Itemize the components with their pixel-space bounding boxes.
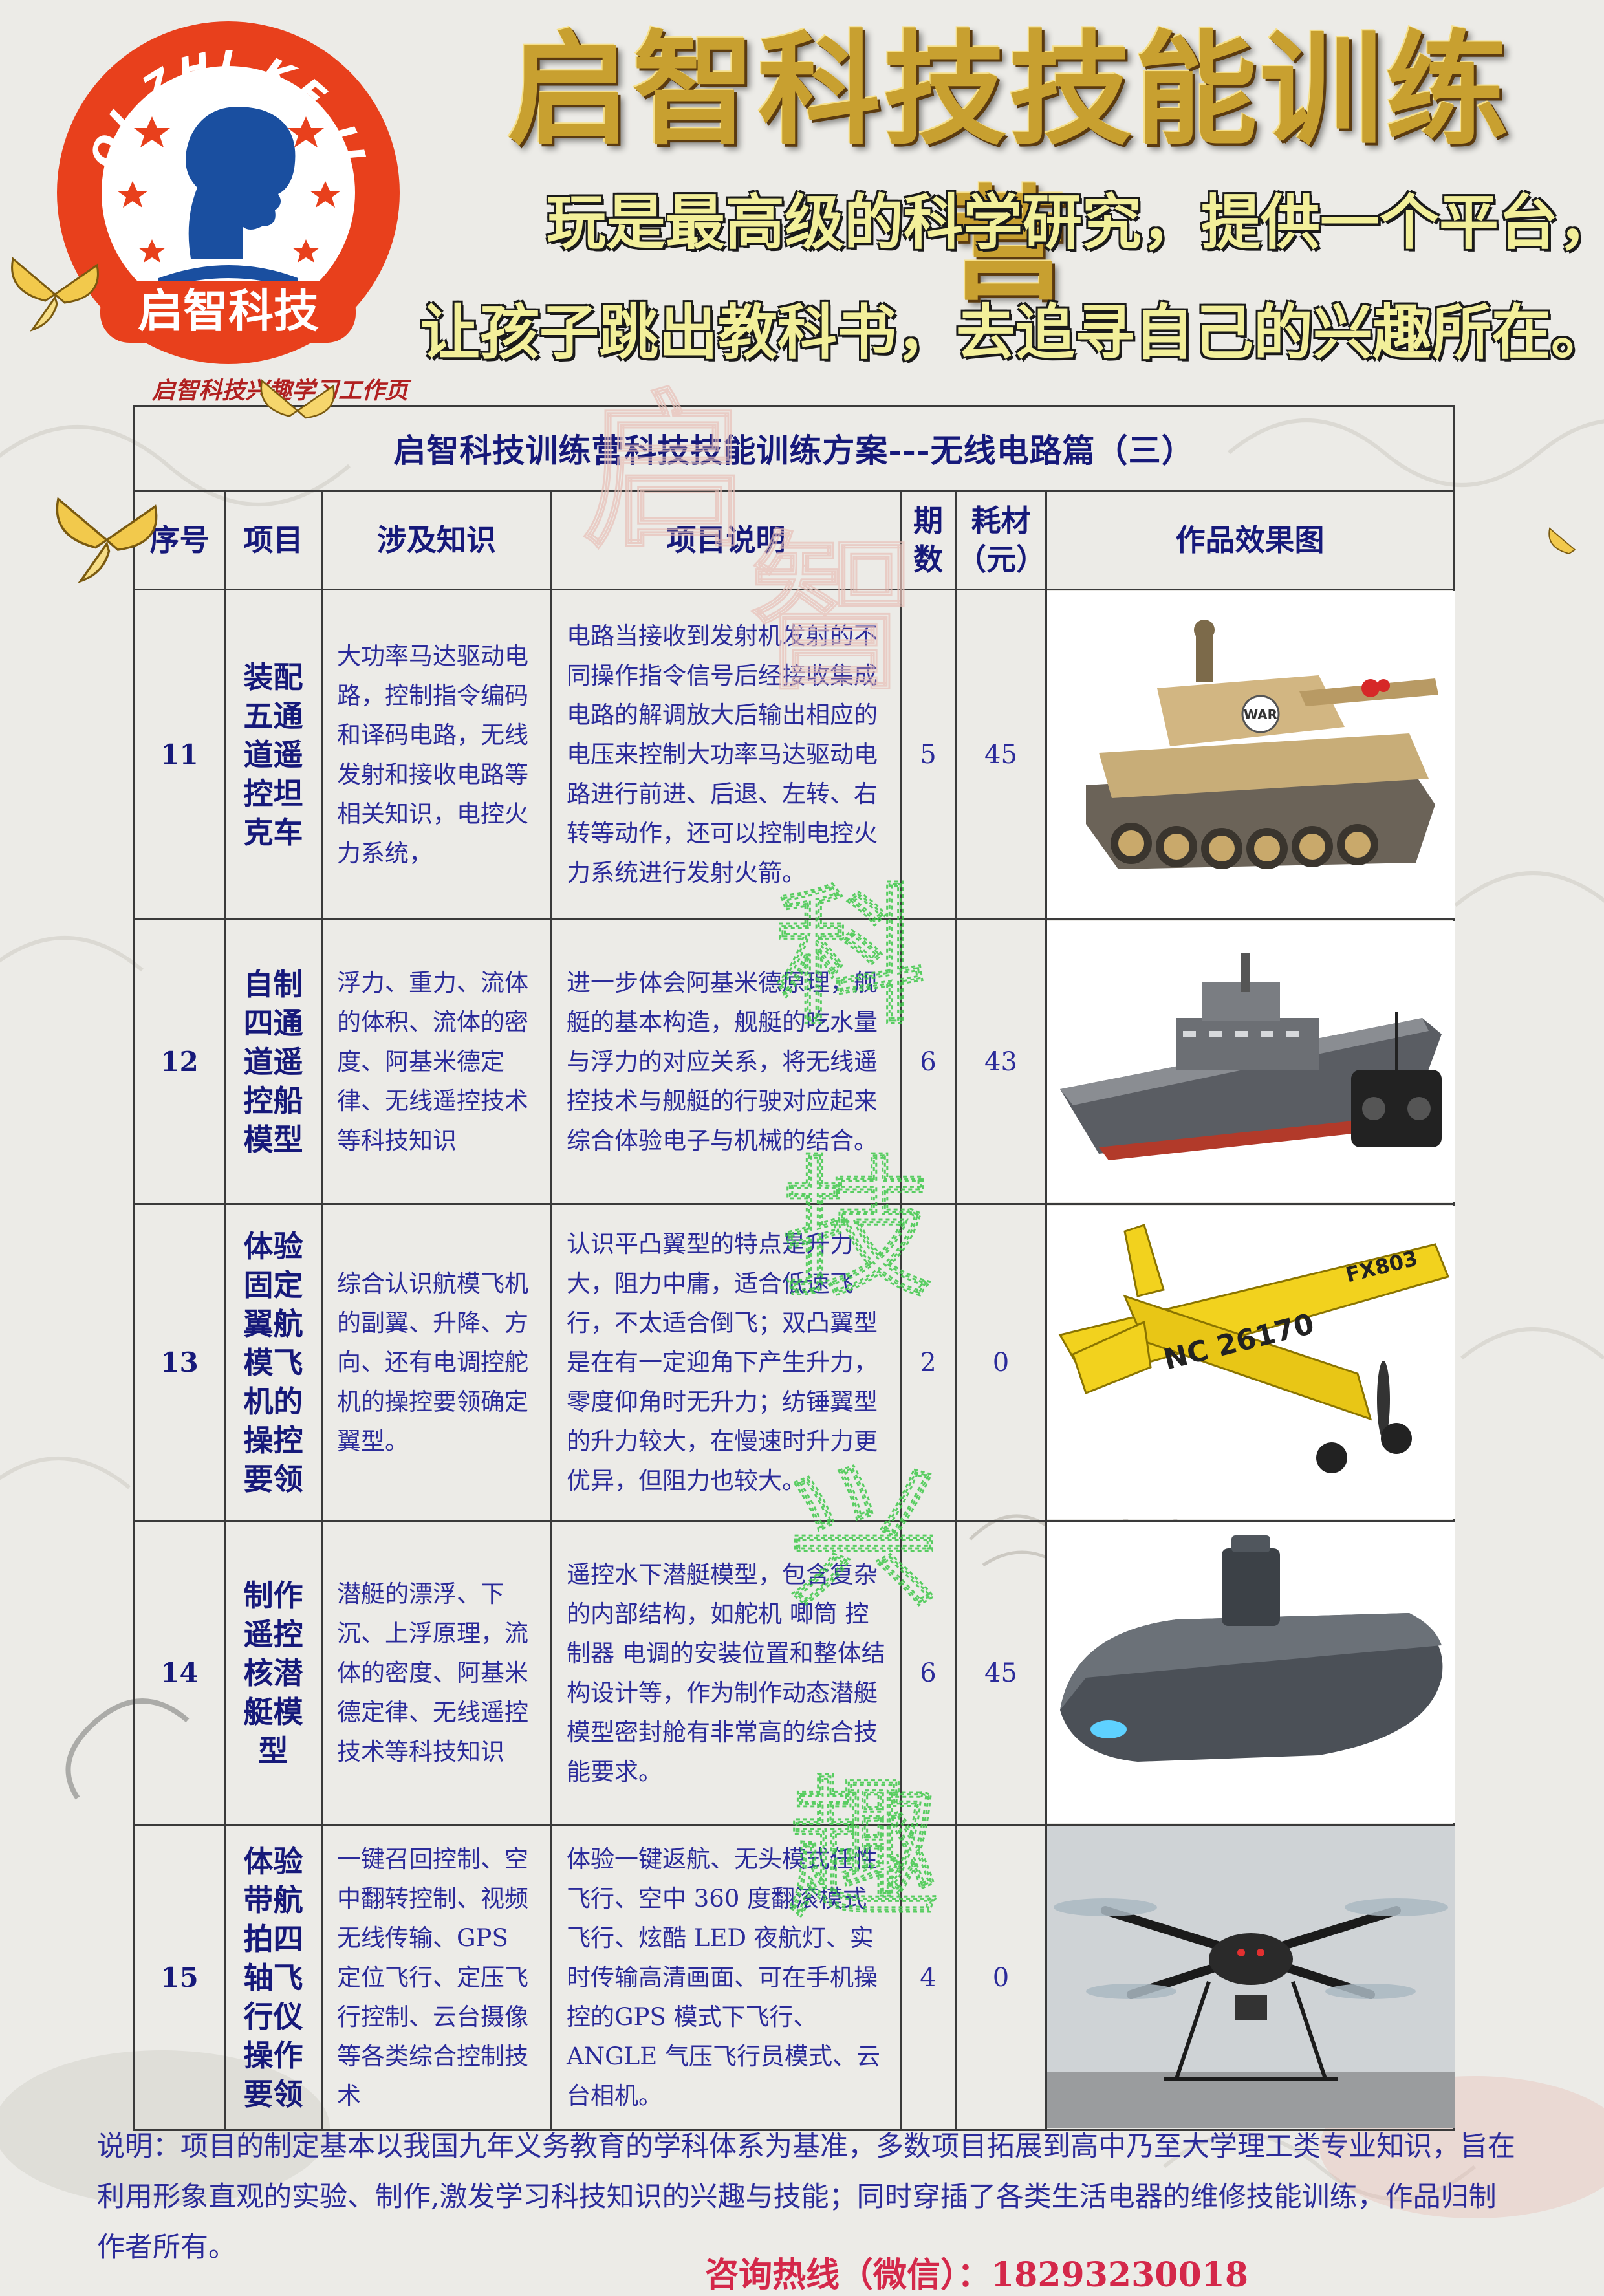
- row-cost: 43: [955, 918, 1047, 1205]
- svg-text:WAR: WAR: [1244, 707, 1277, 722]
- row-description: 遥控水下潜艇模型，包含复杂的内部结构，如舵机 唧筒 控制器 电调的安装位置和整体…: [550, 1520, 902, 1826]
- quadcopter-icon: [1047, 1826, 1455, 2128]
- header-image: 作品效果图: [1045, 490, 1455, 590]
- row-knowledge: 潜艇的漂浮、下沉、上浮原理，流体的密度、阿基米德定律、无线遥控技术等科技知识: [321, 1520, 552, 1826]
- row-number: 14: [133, 1520, 226, 1826]
- table-row: 12 自制四通道遥控船模型 浮力、重力、流体的体积、流体的密度、阿基米德定律、无…: [133, 918, 1455, 1205]
- row-item-name: 体验带航拍四轴飞行仪操作要领: [224, 1824, 323, 2131]
- row-knowledge: 综合认识航模飞机的副翼、升降、方向、还有电调控舵机的操控要领确定翼型。: [321, 1203, 552, 1522]
- row-number: 11: [133, 589, 226, 920]
- butterfly-icon: [11, 257, 99, 332]
- slogan-line-2: 让孩子跳出教科书，去追寻自己的兴趣所在。: [420, 298, 1604, 367]
- row-knowledge: 大功率马达驱动电路，控制指令编码和译码电路，无线发射和接收电路等相关知识，电控火…: [321, 589, 552, 920]
- header-periods: 期数: [900, 490, 957, 590]
- header-description: 项目说明: [550, 490, 902, 590]
- qizhi-logo: QI ZHI KE JI 启智科技: [57, 21, 400, 364]
- row-cost: 45: [955, 1520, 1047, 1826]
- header-cost: 耗材（元）: [955, 490, 1047, 590]
- airplane-icon: NC 26170 FX803: [1047, 1206, 1455, 1519]
- logo-badge-text: 启智科技: [138, 285, 319, 338]
- row-description: 体验一键返航、无头模式任性飞行、空中 360 度翻滚模式飞行、炫酷 LED 夜航…: [550, 1824, 902, 2131]
- row-periods: 5: [900, 589, 957, 920]
- row-description: 电路当接收到发射机发射的不同操作指令信号后经接收集成电路的解调放大后输出相应的电…: [550, 589, 902, 920]
- row-periods: 2: [900, 1203, 957, 1522]
- row-item-name: 装配五通道遥控坦克车: [224, 589, 323, 920]
- row-number: 12: [133, 918, 226, 1205]
- submarine-icon: [1047, 1522, 1455, 1823]
- training-plan-table: 启智科技训练营科技技能训练方案---无线电路篇（三） 序号 项目 涉及知识 项目…: [133, 405, 1455, 2131]
- slogan-line-1: 玩是最高级的科学研究，提供一个平台，: [547, 188, 1604, 257]
- butterfly-icon: [1548, 527, 1576, 554]
- row-description: 进一步体会阿基米德原理，舰艇的基本构造，舰艇的吃水量与浮力的对应关系，将无线遥控…: [550, 918, 902, 1205]
- row-periods: 6: [900, 918, 957, 1205]
- table-row: 14 制作遥控核潜艇模型 潜艇的漂浮、下沉、上浮原理，流体的密度、阿基米德定律、…: [133, 1520, 1455, 1826]
- row-description: 认识平凸翼型的特点是升力大，阻力中庸，适合低速飞行，不太适合倒飞；双凸翼型是在有…: [550, 1203, 902, 1522]
- table-row: 15 体验带航拍四轴飞行仪操作要领 一键召回控制、空中翻转控制、视频无线传输、G…: [133, 1824, 1455, 2131]
- row-number: 15: [133, 1824, 226, 2131]
- main-title: 启智科技技能训练营: [506, 19, 1511, 317]
- row-cost: 0: [955, 1203, 1047, 1522]
- header-knowledge: 涉及知识: [321, 490, 552, 590]
- row-number: 13: [133, 1203, 226, 1522]
- row-item-name: 体验固定翼航模飞机的操控要领: [224, 1203, 323, 1522]
- header-item: 项目: [224, 490, 323, 590]
- row-periods: 4: [900, 1824, 957, 2131]
- row-knowledge: 一键召回控制、空中翻转控制、视频无线传输、GPS 定位飞行、定压飞行控制、云台摄…: [321, 1824, 552, 2131]
- row-cost: 45: [955, 589, 1047, 920]
- row-knowledge: 浮力、重力、流体的体积、流体的密度、阿基米德定律、无线遥控技术等科技知识: [321, 918, 552, 1205]
- row-item-name: 制作遥控核潜艇模型: [224, 1520, 323, 1826]
- ship-icon: [1047, 921, 1455, 1202]
- butterfly-icon: [56, 497, 158, 583]
- row-periods: 6: [900, 1520, 957, 1826]
- table-row: 13 体验固定翼航模飞机的操控要领 综合认识航模飞机的副翼、升降、方向、还有电调…: [133, 1203, 1455, 1522]
- table-row: 11 装配五通道遥控坦克车 大功率马达驱动电路，控制指令编码和译码电路，无线发射…: [133, 589, 1455, 920]
- tank-icon: WAR: [1047, 591, 1455, 918]
- hotline: 咨询热线（微信）：18293230018: [705, 2255, 1248, 2295]
- row-item-name: 自制四通道遥控船模型: [224, 918, 323, 1205]
- table-header-row: 序号 项目 涉及知识 项目说明 期数 耗材（元） 作品效果图: [133, 490, 1455, 590]
- row-cost: 0: [955, 1824, 1047, 2131]
- butterfly-icon: [260, 379, 335, 419]
